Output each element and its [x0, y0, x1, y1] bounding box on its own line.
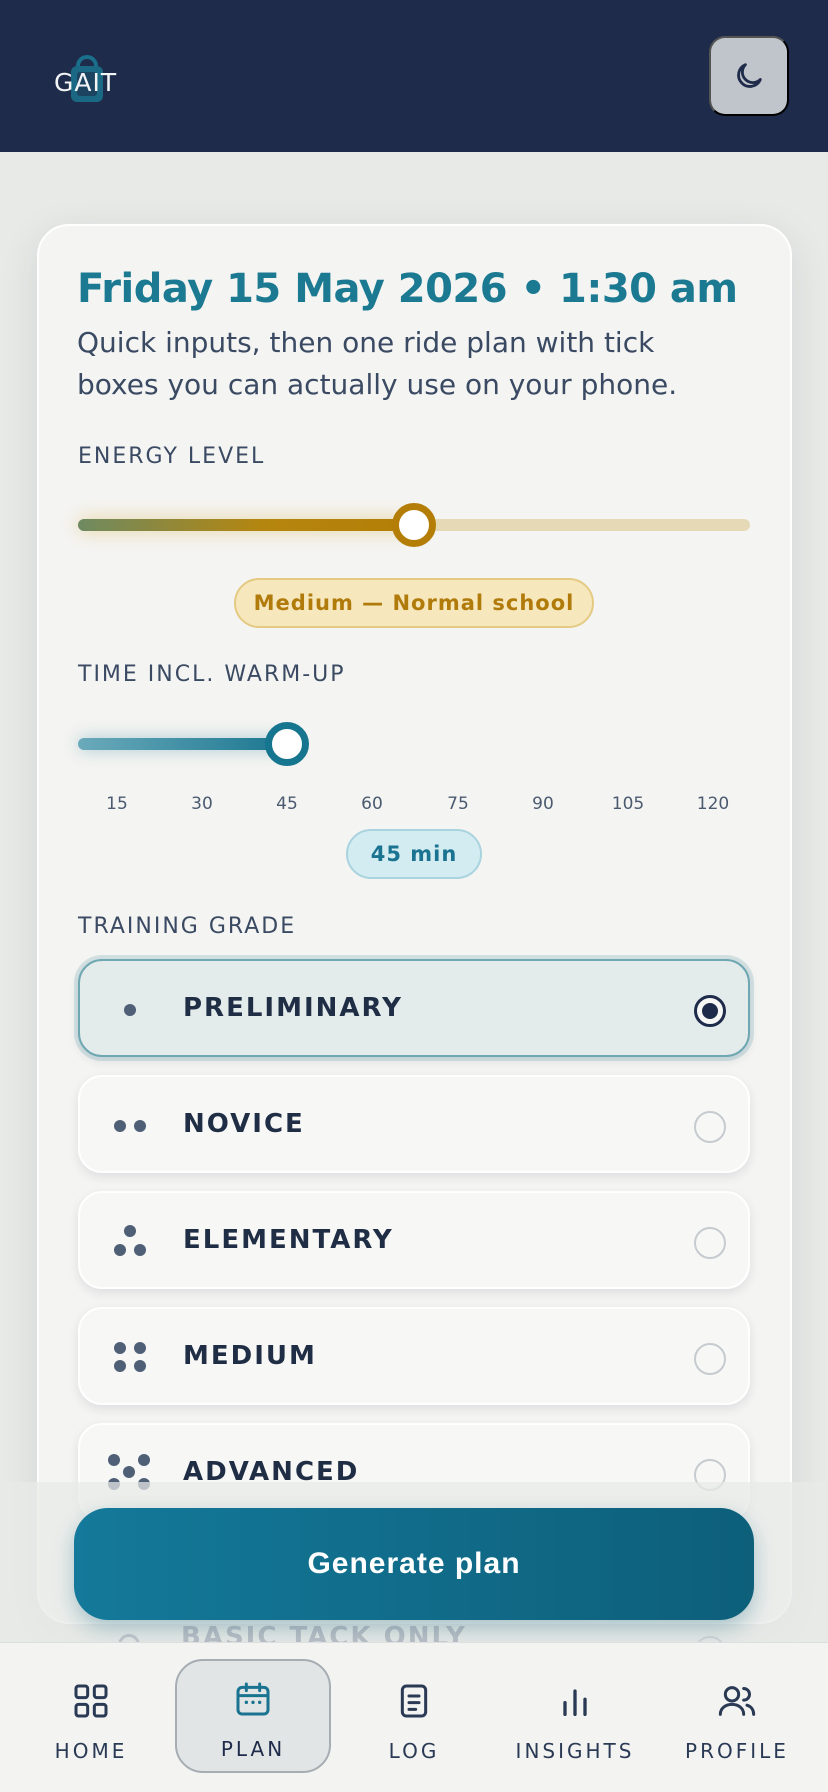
- radio-unselected[interactable]: [694, 1227, 726, 1259]
- time-tick-label: 45: [276, 794, 298, 814]
- grade-label: PRELIMINARY: [183, 993, 403, 1023]
- nav-label: PLAN: [220, 1737, 286, 1761]
- nav-log[interactable]: LOG: [339, 1643, 489, 1792]
- generate-plan-button[interactable]: Generate plan: [74, 1508, 754, 1620]
- grade-option-medium[interactable]: MEDIUM: [78, 1307, 750, 1405]
- radio-selected[interactable]: [694, 995, 726, 1027]
- time-label: TIME INCL. WARM-UP: [78, 662, 346, 687]
- training-grade-label: TRAINING GRADE: [78, 914, 297, 939]
- time-tick-label: 120: [696, 794, 730, 814]
- logo-text: GAIT: [54, 68, 118, 97]
- four-dots-icon: [110, 1338, 150, 1378]
- time-tick-label: 15: [106, 794, 128, 814]
- nav-label: LOG: [388, 1739, 440, 1763]
- nav-label: INSIGHTS: [515, 1739, 635, 1763]
- page-subtitle: Quick inputs, then one ride plan with ti…: [77, 326, 678, 401]
- time-badge: 45 min: [346, 829, 482, 879]
- grid-icon: [74, 1684, 108, 1718]
- energy-level-badge: Medium — Normal school: [234, 578, 594, 628]
- radio-unselected[interactable]: [694, 1343, 726, 1375]
- time-tick-label: 105: [611, 794, 645, 814]
- grade-option-preliminary[interactable]: PRELIMINARY: [78, 959, 750, 1057]
- nav-label: PROFILE: [685, 1739, 789, 1763]
- document-icon: [400, 1684, 428, 1718]
- theme-toggle-button[interactable]: [709, 36, 789, 116]
- grade-option-elementary[interactable]: ELEMENTARY: [78, 1191, 750, 1289]
- grade-label: ELEMENTARY: [183, 1225, 394, 1255]
- calendar-icon: [236, 1682, 270, 1716]
- moon-icon: [737, 63, 762, 88]
- page-title: Friday 15 May 2026 • 1:30 am: [77, 266, 738, 312]
- radio-unselected[interactable]: [694, 1111, 726, 1143]
- one-dot-icon: [110, 990, 150, 1030]
- time-tick-label: 60: [361, 794, 383, 814]
- time-tick-label: 75: [447, 794, 469, 814]
- energy-slider-thumb[interactable]: [392, 503, 436, 547]
- bar-chart-icon: [563, 1689, 587, 1716]
- grade-label: NOVICE: [183, 1109, 305, 1139]
- time-slider-thumb[interactable]: [265, 722, 309, 766]
- three-dots-icon: [110, 1222, 150, 1262]
- nav-plan[interactable]: PLAN: [175, 1643, 331, 1792]
- nav-home[interactable]: HOME: [16, 1643, 166, 1792]
- grade-label: MEDIUM: [183, 1341, 317, 1371]
- energy-slider-fill: [78, 519, 414, 531]
- time-tick-label: 30: [191, 794, 213, 814]
- bottom-nav: HOME PLAN LOG INSIGHTS PROFILE: [0, 1642, 828, 1792]
- two-dots-icon: [110, 1106, 150, 1146]
- users-icon: [718, 1686, 756, 1716]
- app-logo[interactable]: GAIT: [54, 50, 134, 106]
- top-bar: GAIT: [0, 0, 828, 152]
- time-slider-track[interactable]: [78, 738, 287, 750]
- nav-profile[interactable]: PROFILE: [662, 1643, 812, 1792]
- nav-label: HOME: [54, 1739, 128, 1763]
- time-tick-label: 90: [532, 794, 554, 814]
- grade-option-novice[interactable]: NOVICE: [78, 1075, 750, 1173]
- energy-label: ENERGY LEVEL: [78, 444, 266, 469]
- nav-insights[interactable]: INSIGHTS: [500, 1643, 650, 1792]
